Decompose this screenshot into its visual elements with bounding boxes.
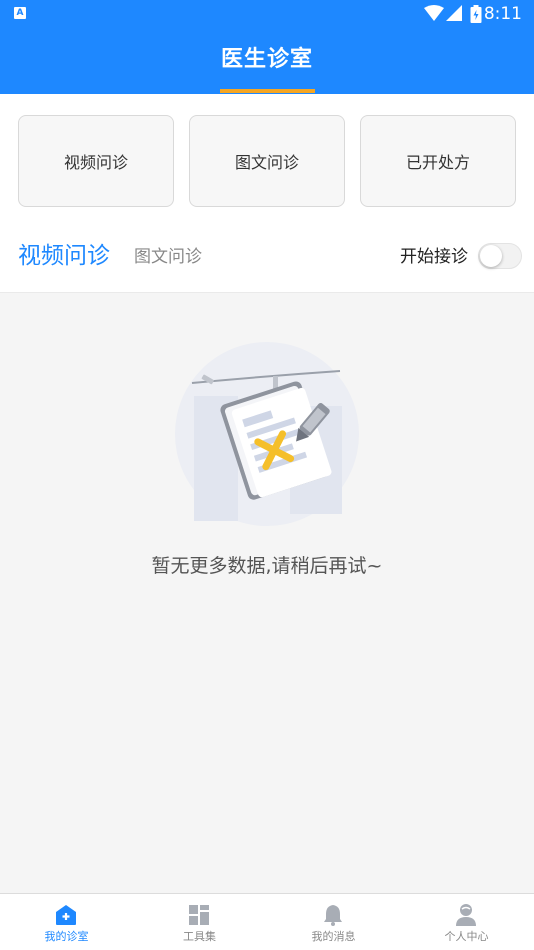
nav-profile[interactable]: 个人中心 xyxy=(400,894,533,950)
text-consult-card[interactable]: 图文问诊 xyxy=(189,115,345,207)
video-consult-card[interactable]: 视频问诊 xyxy=(18,115,174,207)
nav-label: 我的诊室 xyxy=(44,930,89,943)
status-bar: A 8:11 xyxy=(0,0,534,28)
home-plus-icon xyxy=(56,905,76,925)
tab-video-consult[interactable]: 视频问诊 xyxy=(18,240,110,272)
app-header: 医生诊室 xyxy=(0,28,534,94)
bottom-nav: 我的诊室 工具集 我的消息 个人中心 xyxy=(0,893,534,950)
nav-label: 个人中心 xyxy=(444,930,489,943)
person-icon xyxy=(456,904,476,926)
wifi-icon xyxy=(424,5,444,21)
title-underline xyxy=(220,89,315,93)
empty-message: 暂无更多数据,请稍后再试~ xyxy=(151,555,383,577)
consult-tabs: 视频问诊 图文问诊 开始接诊 xyxy=(0,222,534,292)
battery-icon xyxy=(470,5,482,23)
app-notification-icon: A xyxy=(14,7,26,19)
nav-my-clinic[interactable]: 我的诊室 xyxy=(0,894,133,950)
prescriptions-card[interactable]: 已开处方 xyxy=(360,115,516,207)
empty-data-illustration xyxy=(175,342,359,526)
empty-state: 暂无更多数据,请稍后再试~ xyxy=(0,293,534,893)
page-title: 医生诊室 xyxy=(220,47,313,72)
accept-consult-label: 开始接诊 xyxy=(400,247,468,267)
clock: 8:11 xyxy=(483,4,522,24)
toggle-knob xyxy=(480,245,502,267)
nav-messages[interactable]: 我的消息 xyxy=(267,894,400,950)
nav-label: 工具集 xyxy=(183,930,216,943)
grid-icon xyxy=(189,905,209,925)
nav-label: 我的消息 xyxy=(311,930,356,943)
nav-tools[interactable]: 工具集 xyxy=(133,894,266,950)
accept-consult-toggle[interactable] xyxy=(478,243,522,269)
tab-text-consult[interactable]: 图文问诊 xyxy=(134,245,202,269)
signal-icon xyxy=(446,5,462,21)
bell-icon xyxy=(324,905,342,926)
